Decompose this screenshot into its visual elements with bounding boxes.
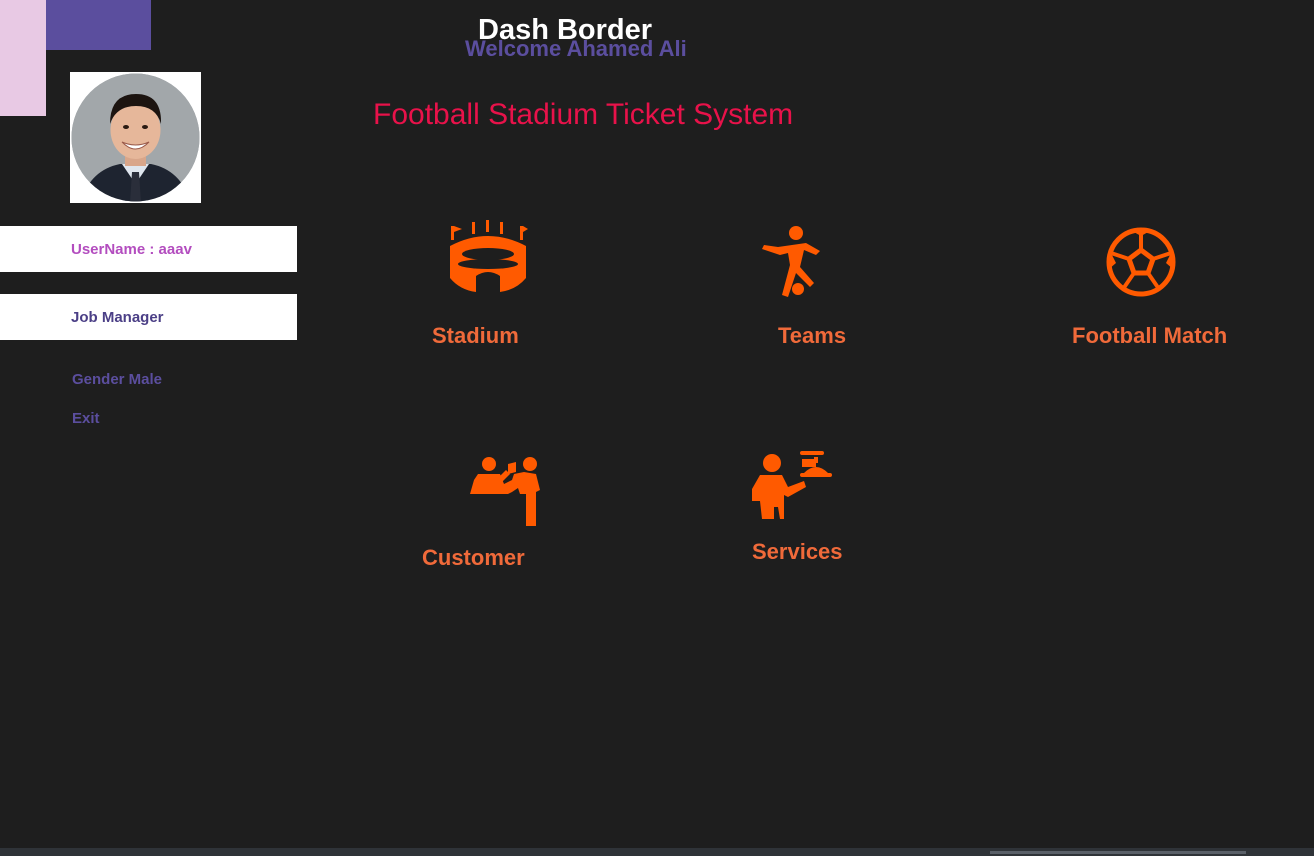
job-label: Job Manager (71, 308, 164, 326)
tile-stadium-label: Stadium (432, 323, 519, 348)
tile-teams[interactable]: Teams (740, 215, 880, 355)
dashboard-window: Welcome Ahamed Ali Dash Border Football … (0, 0, 1314, 856)
decor-block-purple (46, 0, 151, 50)
avatar (70, 72, 201, 203)
job-box: Job Manager (0, 294, 297, 340)
decor-block-pink (0, 0, 46, 116)
taskbar-strip (0, 848, 1314, 856)
tile-customer-label: Customer (422, 545, 525, 570)
soccer-ball-icon (1106, 227, 1176, 297)
waiter-service-icon (752, 451, 832, 519)
tile-teams-label: Teams (778, 323, 847, 348)
page-title: Dash Border (478, 14, 653, 46)
tile-services[interactable]: Services (740, 445, 870, 580)
tile-stadium[interactable]: Stadium (420, 215, 550, 355)
username-label: UserName : aaav (71, 240, 192, 258)
taskbar-segment (990, 851, 1246, 854)
exit-link[interactable]: Exit (72, 410, 100, 427)
customer-counter-icon (470, 457, 540, 526)
player-kicking-icon (762, 226, 820, 297)
gender-label: Gender Male (72, 371, 163, 388)
tile-football-match[interactable]: Football Match (1062, 215, 1262, 355)
stadium-icon (450, 220, 528, 292)
username-box: UserName : aaav (0, 226, 297, 272)
tile-services-label: Services (752, 539, 843, 564)
avatar-photo-icon (71, 73, 200, 202)
tile-football-match-label: Football Match (1072, 323, 1228, 348)
app-title: Football Stadium Ticket System (373, 98, 794, 131)
tile-customer[interactable]: Customer (412, 445, 562, 580)
